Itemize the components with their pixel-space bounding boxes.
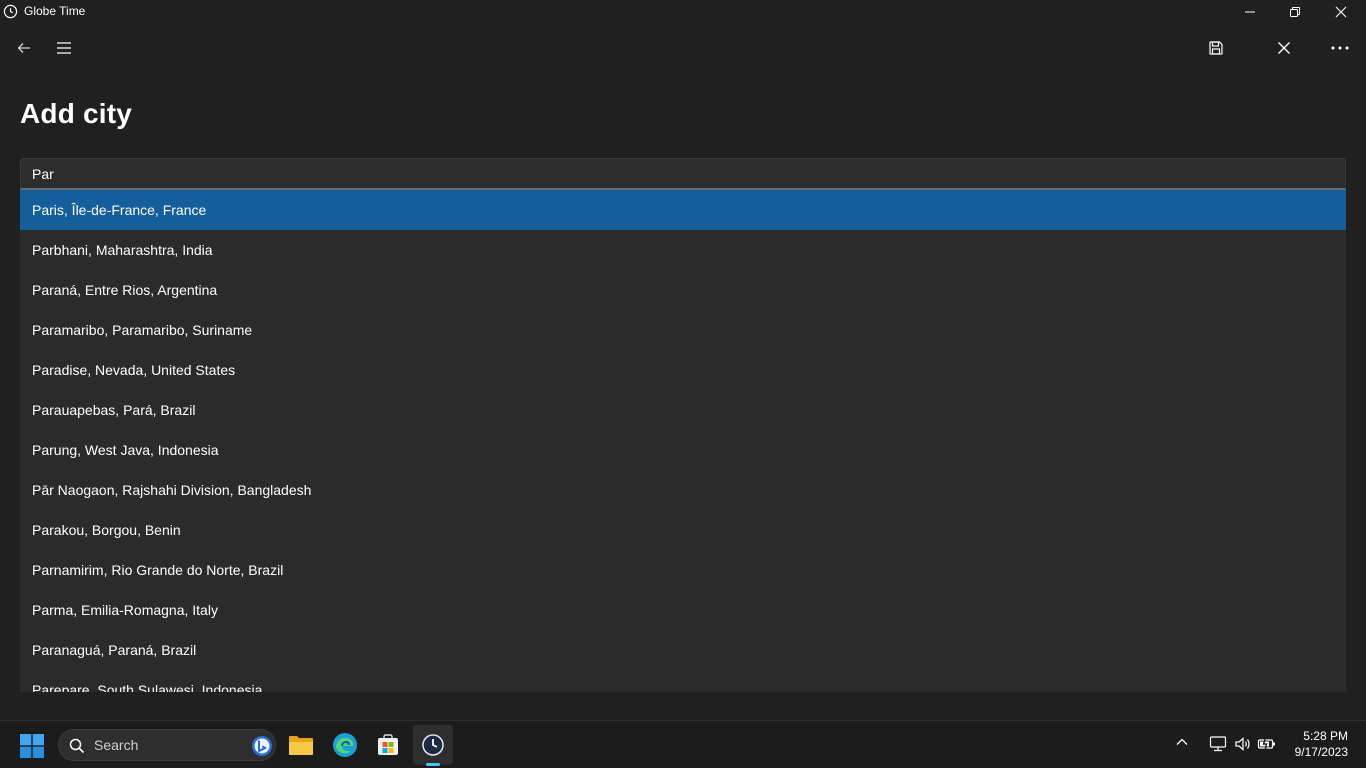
city-suggestion-item[interactable]: Paradise, Nevada, United States bbox=[20, 350, 1346, 390]
city-suggestion-item[interactable]: Pār Naogaon, Rajshahi Division, Banglade… bbox=[20, 470, 1346, 510]
file-explorer-icon bbox=[289, 736, 313, 755]
city-suggestion-list: Paris, Île-de-France, France Parbhani, Ma… bbox=[20, 190, 1346, 692]
globe-time-icon bbox=[422, 734, 444, 756]
hamburger-menu-icon bbox=[57, 42, 71, 54]
battery-tray-button[interactable] bbox=[1257, 735, 1277, 758]
store-icon bbox=[378, 734, 398, 755]
more-icon bbox=[1331, 46, 1349, 50]
minimize-icon bbox=[1245, 11, 1255, 12]
city-suggestion-item[interactable]: Parauapebas, Pará, Brazil bbox=[20, 390, 1346, 430]
menu-button[interactable] bbox=[44, 28, 84, 68]
store-button[interactable] bbox=[368, 725, 408, 765]
city-suggestion-item[interactable]: Parnamirim, Rio Grande do Norte, Brazil bbox=[20, 550, 1346, 590]
network-icon bbox=[1209, 736, 1227, 752]
window-close-button[interactable] bbox=[1318, 0, 1364, 23]
search-icon bbox=[69, 738, 85, 754]
chevron-up-icon bbox=[1176, 738, 1188, 745]
close-icon bbox=[1335, 6, 1347, 17]
page-title: Add city bbox=[20, 98, 133, 129]
network-tray-button[interactable] bbox=[1209, 735, 1227, 758]
city-suggestion-item[interactable]: Paranaguá, Paraná, Brazil bbox=[20, 630, 1346, 670]
city-suggestion-item[interactable]: Parakou, Borgou, Benin bbox=[20, 510, 1346, 550]
windows-start-icon bbox=[20, 734, 44, 758]
back-button[interactable] bbox=[4, 28, 44, 68]
command-bar bbox=[0, 23, 1366, 73]
city-suggestion-item[interactable]: Paraná, Entre Rios, Argentina bbox=[20, 270, 1346, 310]
save-button[interactable] bbox=[1196, 28, 1236, 68]
window-title: Globe Time bbox=[24, 4, 86, 18]
file-explorer-button[interactable] bbox=[281, 725, 321, 765]
volume-icon bbox=[1235, 737, 1250, 751]
restore-button[interactable] bbox=[1272, 0, 1318, 23]
city-suggestion-item[interactable]: Parma, Emilia-Romagna, Italy bbox=[20, 590, 1346, 630]
city-suggestion-item[interactable]: Paris, Île-de-France, France bbox=[20, 190, 1346, 230]
edge-icon bbox=[333, 733, 357, 757]
globe-time-taskbar-button[interactable] bbox=[413, 725, 453, 765]
restore-icon bbox=[1290, 6, 1300, 17]
taskbar: Search 5:28 PM 9/17/2023 bbox=[0, 720, 1366, 768]
start-button[interactable] bbox=[12, 726, 52, 766]
city-suggestion-item[interactable]: Parung, West Java, Indonesia bbox=[20, 430, 1346, 470]
city-suggestion-item[interactable]: Paramaribo, Paramaribo, Suriname bbox=[20, 310, 1346, 350]
close-icon bbox=[1278, 42, 1290, 54]
volume-tray-button[interactable] bbox=[1234, 735, 1252, 758]
active-app-indicator bbox=[426, 763, 440, 766]
city-suggestion-item[interactable]: Parbhani, Maharashtra, India bbox=[20, 230, 1346, 270]
taskbar-search-label: Search bbox=[94, 737, 139, 753]
back-arrow-icon bbox=[17, 43, 30, 53]
show-hidden-icons-button[interactable] bbox=[1176, 735, 1188, 753]
city-suggestion-item[interactable]: Parepare, South Sulawesi, Indonesia bbox=[20, 670, 1346, 692]
battery-icon bbox=[1257, 736, 1275, 752]
save-icon bbox=[1209, 41, 1223, 55]
city-search-input[interactable] bbox=[20, 158, 1346, 190]
minimize-button[interactable] bbox=[1227, 0, 1273, 23]
cancel-button[interactable] bbox=[1264, 28, 1304, 68]
edge-button[interactable] bbox=[325, 725, 365, 765]
title-bar: Globe Time bbox=[0, 0, 1366, 23]
clock-date: 9/17/2023 bbox=[1294, 745, 1348, 759]
globe-clock-icon bbox=[3, 4, 18, 19]
taskbar-search-box[interactable]: Search bbox=[58, 729, 276, 761]
bing-icon bbox=[252, 736, 272, 756]
clock-time: 5:28 PM bbox=[1303, 729, 1348, 743]
more-options-button[interactable] bbox=[1320, 28, 1360, 68]
system-clock[interactable]: 5:28 PM 9/17/2023 bbox=[1280, 728, 1348, 760]
